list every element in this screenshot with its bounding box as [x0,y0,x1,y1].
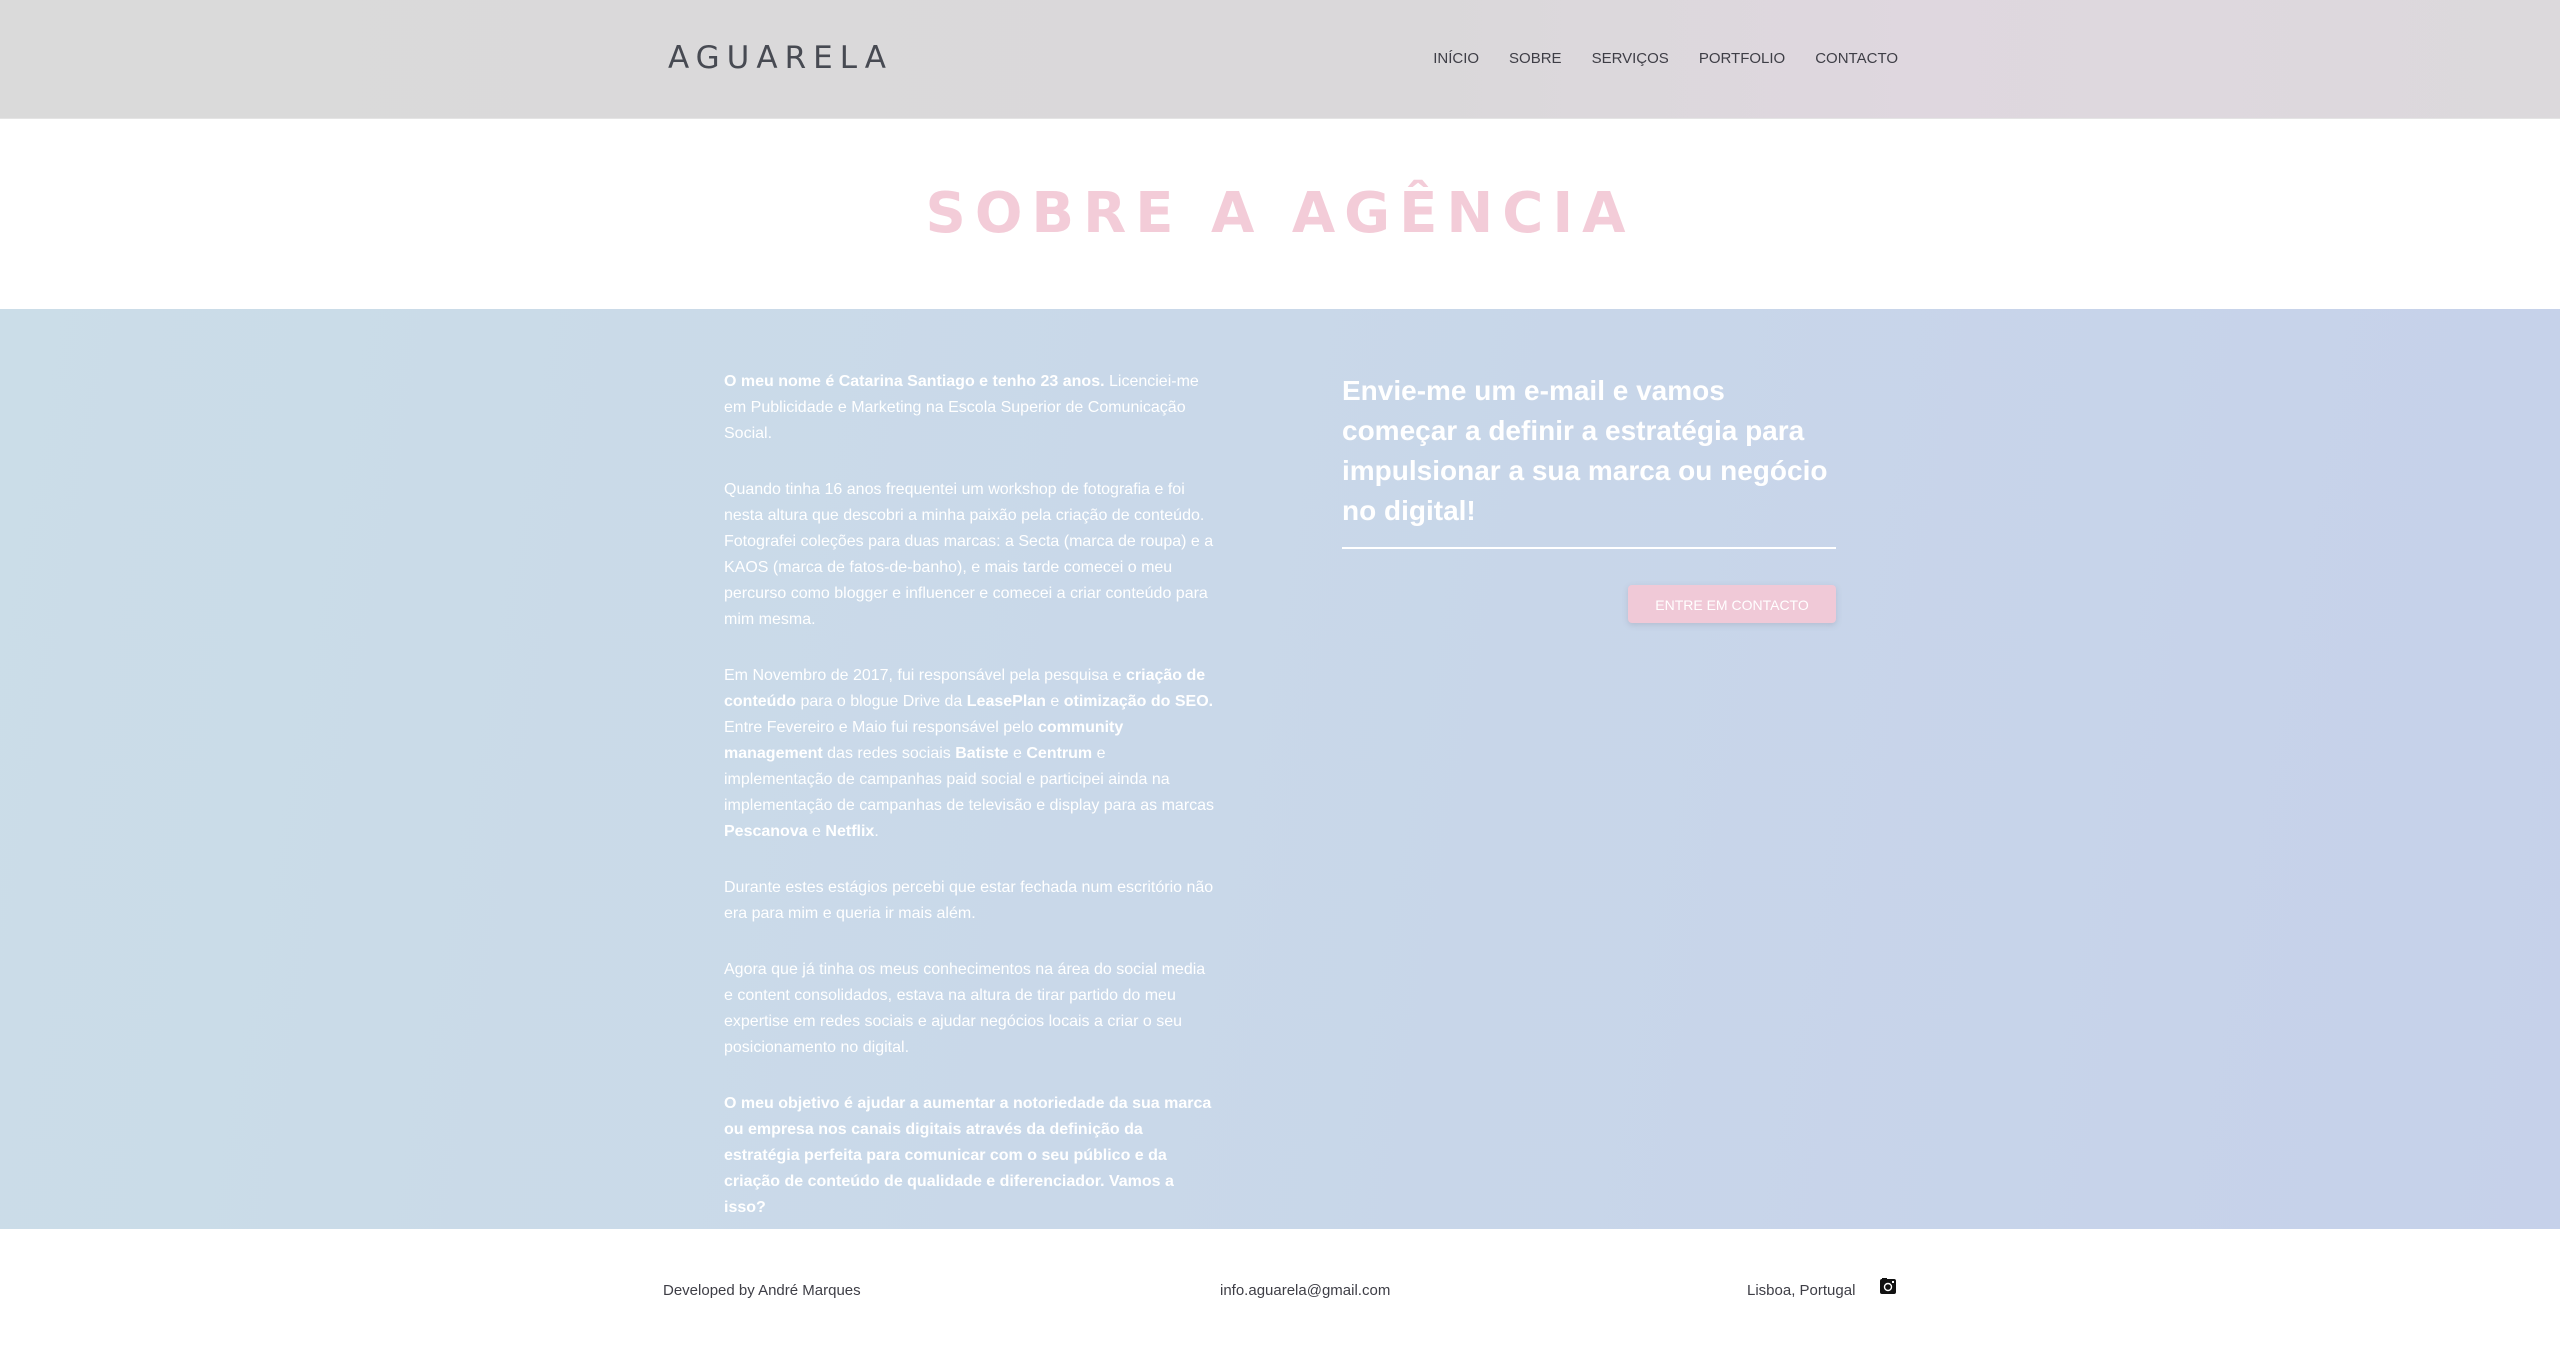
bio-paragraph: O meu nome é Catarina Santiago e tenho 2… [724,373,1199,442]
nav-item-contacto[interactable]: CONTACTO [1815,50,1898,67]
site-footer: Developed by André Marques info.aguarela… [0,1229,2560,1354]
nav-item-inicio[interactable]: INÍCIO [1433,50,1479,67]
footer-location: Lisboa, Portugal [1747,1282,1856,1299]
nav-item-servicos[interactable]: SERVIÇOS [1592,50,1669,67]
bio-paragraph: O meu objetivo é ajudar a aumentar a not… [724,1095,1212,1216]
cta-divider [1342,547,1836,549]
about-section: O meu nome é Catarina Santiago e tenho 2… [0,309,2560,1229]
developer-credit: Developed by André Marques [663,1282,861,1299]
contact-button[interactable]: ENTRE EM CONTACTO [1628,585,1836,623]
contact-cta: Envie-me um e-mail e vamos começar a def… [1342,371,1836,623]
site-header: AGUARELA INÍCIO SOBRE SERVIÇOS PORTFOLIO… [0,0,2560,119]
instagram-icon[interactable] [1879,1277,1897,1295]
site-logo[interactable]: AGUARELA [668,40,893,76]
cta-heading: Envie-me um e-mail e vamos começar a def… [1342,375,1828,526]
bio-text: O meu nome é Catarina Santiago e tenho 2… [724,369,1218,1251]
bio-paragraph: Durante estes estágios percebi que estar… [724,879,1214,922]
bio-paragraph: Em Novembro de 2017, fui responsável pel… [724,667,1215,840]
nav-item-sobre[interactable]: SOBRE [1509,50,1562,67]
footer-email-link[interactable]: info.aguarela@gmail.com [1220,1282,1390,1299]
nav-item-portfolio[interactable]: PORTFOLIO [1699,50,1785,67]
bio-paragraph: Agora que já tinha os meus conhecimentos… [724,961,1206,1056]
bio-paragraph: Quando tinha 16 anos frequentei um works… [724,481,1214,628]
page-title: SOBRE A AGÊNCIA [925,181,1635,246]
main-nav: INÍCIO SOBRE SERVIÇOS PORTFOLIO CONTACTO [1403,50,1898,67]
title-band: SOBRE A AGÊNCIA [0,119,2560,309]
